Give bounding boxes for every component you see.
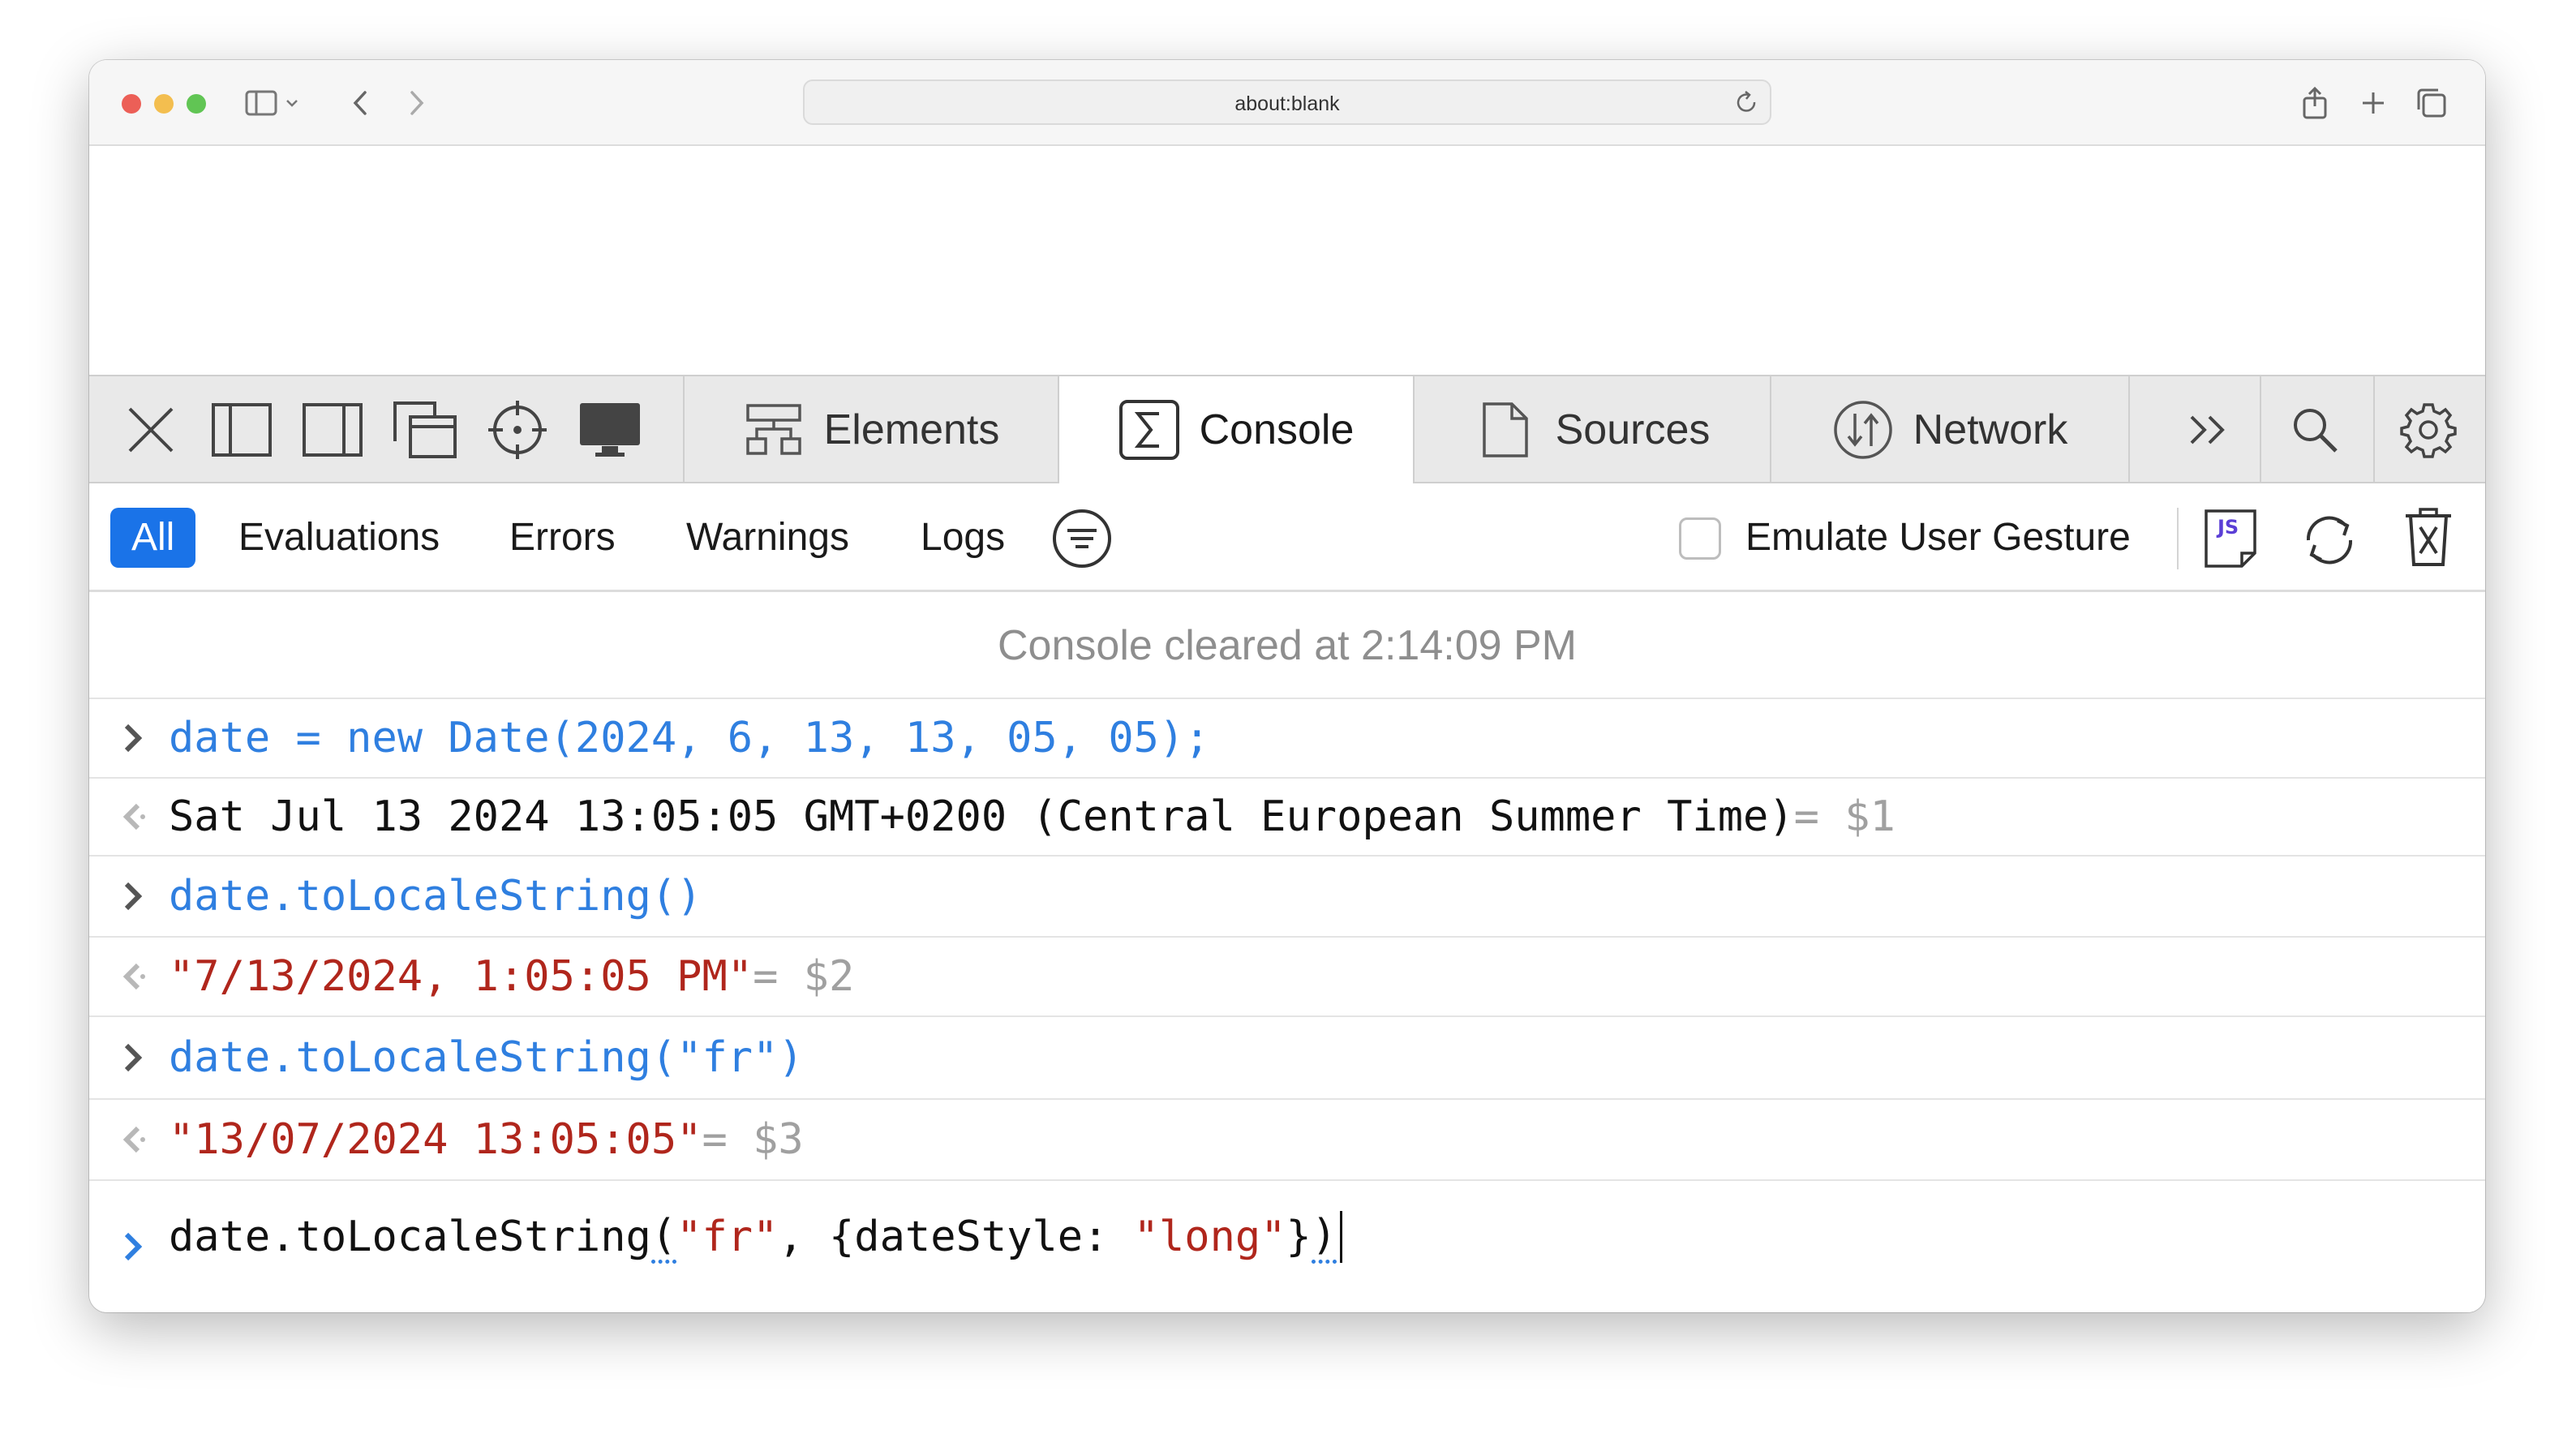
output-chevron-icon [114, 779, 152, 855]
console-input-text: date = new Date(2024, 6, 13, 13, 05, 05)… [169, 714, 1210, 762]
minimize-window-button[interactable] [154, 94, 174, 114]
console-input-line: date.toLocaleString() [89, 857, 2485, 938]
output-value: "13/07/2024 13:05:05" [169, 1115, 702, 1164]
prompt-open-paren: ( [650, 1211, 677, 1264]
input-chevron-icon [114, 699, 152, 777]
network-arrows-icon [1832, 399, 1894, 461]
zoom-window-button[interactable] [187, 94, 206, 114]
console-input-line: date = new Date(2024, 6, 13, 13, 05, 05)… [89, 699, 2485, 779]
output-chevron-icon [114, 1100, 152, 1179]
console-prompt[interactable]: date.toLocaleString("fr", {dateStyle: "l… [89, 1181, 2485, 1312]
prompt-code: } [1286, 1213, 1312, 1261]
result-reference[interactable]: = $3 [702, 1115, 803, 1164]
console-filter-bar: All Evaluations Errors Warnings Logs Emu… [89, 483, 2485, 592]
search-icon[interactable] [2281, 396, 2349, 464]
tab-label: Console [1199, 406, 1355, 453]
filter-all[interactable]: All [110, 508, 196, 568]
text-cursor [1340, 1211, 1343, 1263]
chevron-down-icon[interactable] [277, 80, 307, 126]
filter-logs[interactable]: Logs [921, 508, 1005, 568]
console-cleared-message: Console cleared at 2:14:09 PM [89, 592, 2485, 699]
console-input-line: date.toLocaleString("fr") [89, 1017, 2485, 1100]
filter-errors[interactable]: Errors [509, 508, 616, 568]
dock-left-icon[interactable] [208, 396, 276, 464]
console-output-line: "7/13/2024, 1:05:05 PM" = $2 [89, 938, 2485, 1017]
filter-options-icon[interactable] [1051, 508, 1113, 569]
close-window-button[interactable] [122, 94, 141, 114]
emulate-user-gesture-label: Emulate User Gesture [1745, 516, 2131, 559]
prompt-close-paren: ) [1311, 1211, 1337, 1264]
tab-overview-icon[interactable] [2409, 80, 2454, 126]
output-value: "7/13/2024, 1:05:05 PM" [169, 952, 753, 1001]
output-chevron-icon [114, 938, 152, 1015]
close-devtools-icon[interactable] [117, 396, 185, 464]
undock-window-icon[interactable] [391, 396, 459, 464]
tab-divider [2373, 376, 2375, 483]
tab-divider [2128, 376, 2130, 483]
prompt-string: "fr" [676, 1213, 779, 1261]
tab-label: Elements [823, 406, 1000, 453]
tab-console[interactable]: Console [1059, 376, 1413, 483]
result-reference[interactable]: = $2 [753, 952, 854, 1001]
reload-icon[interactable] [1732, 88, 1760, 116]
console-input-text: date.toLocaleString() [169, 872, 702, 921]
more-tabs-chevron-icon[interactable] [2174, 396, 2242, 464]
console-prompt-input[interactable]: date.toLocaleString("fr", {dateStyle: "l… [169, 1171, 1343, 1303]
input-chevron-icon [114, 1017, 152, 1098]
tab-label: Sources [1555, 406, 1711, 453]
forward-arrow-icon[interactable] [394, 80, 440, 126]
new-tab-plus-icon[interactable] [2351, 80, 2396, 126]
back-arrow-icon[interactable] [337, 80, 383, 126]
console-output-text: "13/07/2024 13:05:05" = $3 [169, 1100, 804, 1179]
prompt-code: , {dateStyle: [778, 1213, 1134, 1261]
prompt-chevron-icon [114, 1181, 152, 1312]
address-bar[interactable]: about:blank [803, 79, 1771, 125]
input-chevron-icon [114, 857, 152, 936]
trash-clear-icon[interactable] [2402, 506, 2454, 569]
tab-divider [2260, 376, 2261, 483]
console-sigma-icon [1118, 399, 1180, 461]
result-reference[interactable]: = $1 [1794, 792, 1896, 841]
tab-network[interactable]: Network [1771, 376, 2128, 483]
console-output: Console cleared at 2:14:09 PM date = new… [89, 592, 2485, 1312]
inspect-crosshair-icon[interactable] [483, 396, 552, 464]
filter-divider [2177, 508, 2179, 569]
tab-sources[interactable]: Sources [1415, 376, 1770, 483]
console-output-text: Sat Jul 13 2024 13:05:05 GMT+0200 (Centr… [169, 779, 1896, 855]
console-output-line: "13/07/2024 13:05:05" = $3 [89, 1100, 2485, 1181]
dock-right-icon[interactable] [298, 396, 367, 464]
url-text: about:blank [1234, 92, 1340, 115]
browser-window: about:blank Elements Console Sources Net… [89, 60, 2485, 1312]
document-icon [1475, 399, 1536, 461]
filter-evaluations[interactable]: Evaluations [238, 508, 440, 568]
tab-elements[interactable]: Elements [685, 376, 1058, 483]
tab-label: Network [1913, 406, 2068, 453]
title-bar: about:blank [89, 60, 2485, 146]
refresh-icon[interactable] [2297, 508, 2362, 573]
share-icon[interactable] [2292, 80, 2338, 126]
filter-warnings[interactable]: Warnings [686, 508, 849, 568]
output-value: Sat Jul 13 2024 13:05:05 GMT+0200 (Centr… [169, 792, 1794, 841]
gear-icon[interactable] [2394, 396, 2462, 464]
console-input-text: date.toLocaleString("fr") [169, 1033, 804, 1082]
emulate-user-gesture-checkbox[interactable] [1679, 517, 1721, 560]
devtools-tab-bar: Elements Console Sources Network [89, 375, 2485, 483]
prompt-code: date.toLocaleString [169, 1213, 651, 1261]
console-output-text: "7/13/2024, 1:05:05 PM" = $2 [169, 938, 854, 1015]
js-snippet-icon[interactable]: JS [2201, 506, 2263, 571]
web-content [89, 146, 2485, 375]
device-monitor-icon[interactable] [576, 396, 644, 464]
svg-text:JS: JS [2216, 516, 2239, 539]
elements-tree-icon [743, 399, 805, 461]
prompt-string: "long" [1133, 1213, 1286, 1261]
console-output-line: Sat Jul 13 2024 13:05:05 GMT+0200 (Centr… [89, 779, 2485, 857]
